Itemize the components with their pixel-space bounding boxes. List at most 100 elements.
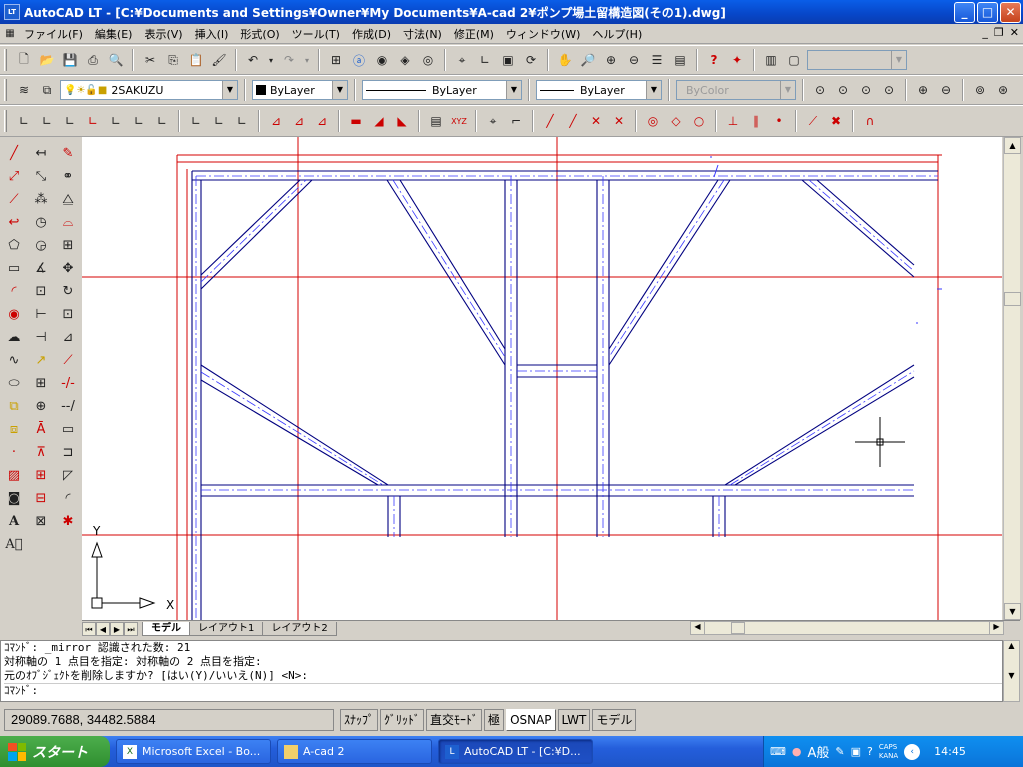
tab-last-icon[interactable]: ⏭ — [124, 621, 138, 636]
copy-icon[interactable]: ⎘ — [163, 50, 183, 70]
polyline-icon[interactable]: ⟋ — [3, 189, 25, 209]
autocad-app-icon[interactable]: LT — [4, 4, 20, 20]
keyboard-icon[interactable]: ⌨ — [770, 745, 786, 758]
dtext-icon[interactable]: A⃞ — [3, 534, 25, 554]
dim-diameter-icon[interactable]: XYZ — [449, 111, 469, 131]
osnap-none-icon[interactable]: ✖ — [826, 111, 846, 131]
ucs-world-icon[interactable]: ∟ — [37, 111, 57, 131]
ucs-3point-icon[interactable]: ∟ — [209, 111, 229, 131]
copy-object-icon[interactable]: ⚭ — [57, 166, 79, 186]
toolbar-grip[interactable] — [4, 79, 7, 101]
dim-baseline-icon[interactable]: ⊢ — [30, 304, 52, 324]
revcloud-icon[interactable]: ☁ — [3, 327, 25, 347]
lengthen-icon[interactable]: ⟋ — [57, 350, 79, 370]
ucs-icon[interactable]: ∟ — [14, 111, 34, 131]
menu-format[interactable]: 形式(O) — [234, 26, 285, 42]
snap-icon[interactable]: ⌖ — [452, 50, 472, 70]
dim-update-icon[interactable]: ⊞ — [30, 465, 52, 485]
paste-icon[interactable]: 📋 — [186, 50, 206, 70]
break-point-icon[interactable]: ▭ — [57, 419, 79, 439]
menu-file[interactable]: ファイル(F) — [18, 26, 89, 42]
status-polar[interactable]: 極 — [484, 709, 505, 731]
rebuild-icon[interactable]: ⟳ — [521, 50, 541, 70]
ucs-icon[interactable]: ∟ — [475, 50, 495, 70]
dim-edit-icon[interactable]: Ᾱ — [30, 419, 52, 439]
title-bar[interactable]: LT AutoCAD LT - [C:¥Documents and Settin… — [0, 0, 1023, 24]
ellipse-icon[interactable]: ⬭ — [3, 373, 25, 393]
tab-layout1[interactable]: レイアウト1 — [189, 621, 264, 636]
scroll-down-icon[interactable]: ▼ — [1004, 603, 1021, 620]
redo-dropdown-icon[interactable]: ▾ — [302, 50, 312, 70]
canvas-vertical-scrollbar[interactable]: ▲ ▼ — [1003, 137, 1021, 620]
make-current-layer-icon[interactable]: ⧉ — [37, 80, 57, 100]
osnap-parallel-icon[interactable]: ∥ — [746, 111, 766, 131]
start-button[interactable]: スタート — [0, 736, 110, 767]
undo-dropdown-icon[interactable]: ▾ — [266, 50, 276, 70]
dim-ordinate-icon[interactable]: ⁂ — [30, 189, 52, 209]
break-icon[interactable]: ⊐ — [57, 442, 79, 462]
make-block-icon[interactable]: ⧈ — [3, 419, 25, 439]
open-file-icon[interactable]: 📂 — [37, 50, 57, 70]
tab-next-icon[interactable]: ▶ — [110, 621, 124, 636]
tab-layout2[interactable]: レイアウト2 — [262, 621, 337, 636]
scroll-right-icon[interactable]: ▶ — [989, 622, 1003, 634]
circle-icon[interactable]: ◉ — [3, 304, 25, 324]
quick-leader-icon[interactable]: ↗ — [30, 350, 52, 370]
menu-draw[interactable]: 作成(D) — [346, 26, 397, 42]
mirror-icon[interactable]: ⧋ — [57, 189, 79, 209]
drawing-canvas[interactable]: Y X — [82, 137, 1002, 620]
zoom-scale-icon[interactable]: ⊙ — [856, 80, 876, 100]
status-snap[interactable]: ｽﾅｯﾌﾟ — [340, 709, 379, 731]
scroll-up-icon[interactable]: ▲ — [1004, 641, 1019, 655]
zoom-previous-icon[interactable]: ⊖ — [624, 50, 644, 70]
ucs-previous-icon[interactable]: ∟ — [60, 111, 80, 131]
ucs-origin-icon[interactable]: ∟ — [152, 111, 172, 131]
etransmit-icon[interactable]: ◈ — [395, 50, 415, 70]
cut-icon[interactable]: ✂ — [140, 50, 160, 70]
save-icon[interactable]: 💾 — [60, 50, 80, 70]
trim-icon[interactable]: -/- — [57, 373, 79, 393]
print-icon[interactable]: ⎙ — [83, 50, 103, 70]
help-icon[interactable]: ? — [704, 50, 724, 70]
doc-minimize-button[interactable]: _ — [982, 26, 988, 39]
internet-icon[interactable]: ◎ — [418, 50, 438, 70]
lineweight-dropdown[interactable]: ByLayer ▼ — [536, 80, 662, 100]
zoom-dynamic-icon[interactable]: ⊙ — [833, 80, 853, 100]
today-icon[interactable]: ✦ — [727, 50, 747, 70]
layer-dropdown[interactable]: 💡☀🔓■ 2SAKUZU ▼ — [60, 80, 238, 100]
ucs-face-icon[interactable]: ∟ — [106, 111, 126, 131]
menu-dimension[interactable]: 寸法(N) — [397, 26, 448, 42]
status-lwt[interactable]: LWT — [557, 709, 591, 731]
ime-indicator[interactable]: A般 — [808, 742, 830, 761]
point-icon[interactable]: · — [3, 442, 25, 462]
view-icon[interactable]: ▥ — [761, 50, 781, 70]
rotate-icon[interactable]: ↻ — [57, 281, 79, 301]
scroll-down-icon[interactable]: ▼ — [1004, 671, 1019, 685]
menu-window[interactable]: ウィンドウ(W) — [500, 26, 586, 42]
rect-icon[interactable]: ▭ — [3, 258, 25, 278]
scroll-thumb[interactable] — [1004, 292, 1021, 306]
construction-line-icon[interactable]: ⤢ — [3, 166, 25, 186]
dim-linear-icon[interactable]: ▬ — [346, 111, 366, 131]
offset-icon[interactable]: ⌓ — [57, 212, 79, 232]
osnap-endpoint-icon[interactable]: ╱ — [540, 111, 560, 131]
dim-ordinate-icon[interactable]: ◣ — [392, 111, 412, 131]
zoom-window-icon[interactable]: ⊙ — [810, 80, 830, 100]
zoom-all-icon[interactable]: ⊚ — [970, 80, 990, 100]
erase-icon[interactable]: ✎ — [57, 143, 79, 163]
new-file-icon[interactable]: 🗋 — [14, 50, 34, 70]
menu-modify[interactable]: 修正(M) — [448, 26, 500, 42]
publish-icon[interactable]: ◉ — [372, 50, 392, 70]
toolbar-grip[interactable] — [4, 110, 7, 132]
mtext-icon[interactable]: A — [3, 511, 25, 531]
tray-expand-icon[interactable]: ‹ — [904, 743, 921, 760]
spline-icon[interactable]: ∿ — [3, 350, 25, 370]
minimize-button[interactable]: _ — [954, 2, 975, 23]
osnap-intersection-icon[interactable]: ✕ — [586, 111, 606, 131]
dim-override-icon[interactable]: ⊠ — [30, 511, 52, 531]
ucs-rotate-icon[interactable]: ∟ — [232, 111, 252, 131]
tab-first-icon[interactable]: ⏮ — [82, 621, 96, 636]
explode-icon[interactable]: ✱ — [57, 511, 79, 531]
undo-icon[interactable]: ↶ — [243, 50, 263, 70]
status-grid[interactable]: ｸﾞﾘｯﾄﾞ — [380, 709, 425, 731]
